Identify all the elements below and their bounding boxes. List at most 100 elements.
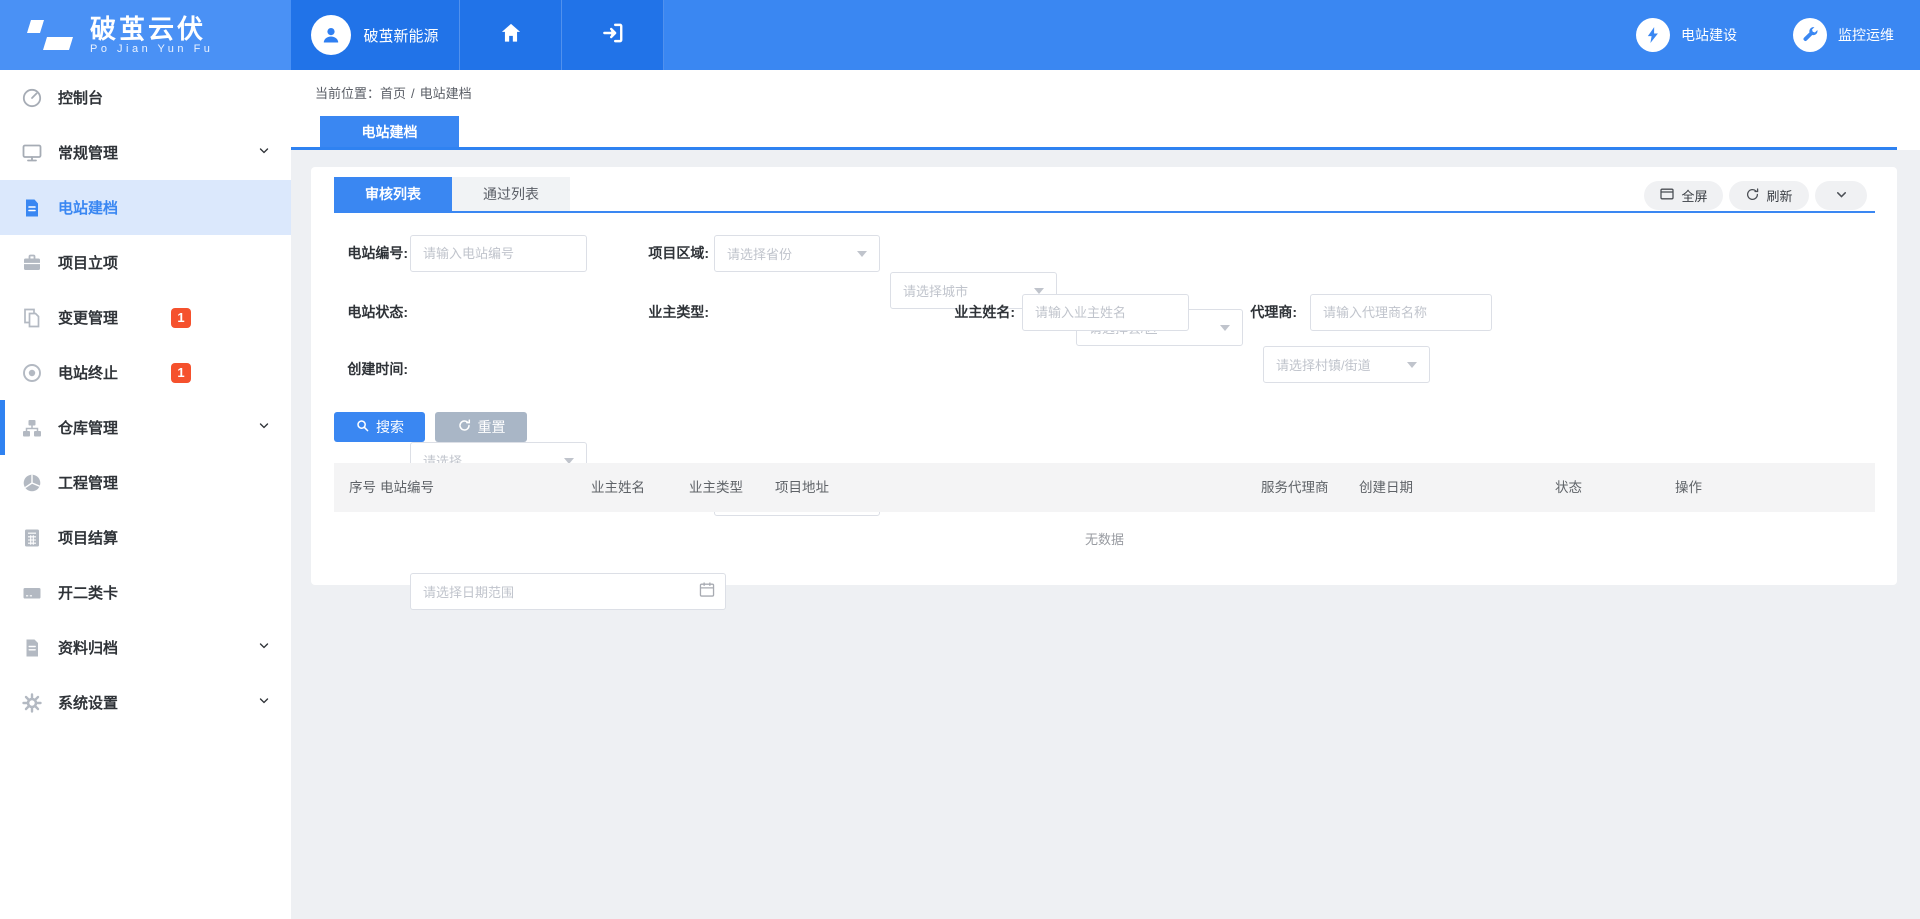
tab-underline <box>291 147 1897 150</box>
station-status-label: 电站状态: <box>334 294 408 331</box>
col-created: 创建日期 <box>1359 463 1413 512</box>
sidebar-item-warehouse-mgmt[interactable]: 仓库管理 <box>0 400 291 455</box>
target-icon <box>21 362 43 384</box>
breadcrumb-tab-strip: 当前位置：首页 / 电站建档 电站建档 <box>291 70 1920 150</box>
sign-in-icon <box>600 20 626 51</box>
sidebar-item-project-settlement[interactable]: 项目结算 <box>0 510 291 565</box>
content-panel: 审核列表 通过列表 全屏 刷新 电站编号: <box>311 167 1897 585</box>
chevron-down-icon <box>257 143 271 162</box>
sidebar-item-general-mgmt[interactable]: 常规管理 <box>0 125 291 180</box>
col-status: 状态 <box>1555 463 1582 512</box>
gauge-icon <box>21 87 43 109</box>
sidebar-item-system-settings[interactable]: 系统设置 <box>0 675 291 730</box>
caret-down-icon <box>1034 288 1044 294</box>
owner-type-label: 业主类型: <box>634 294 709 331</box>
breadcrumb-label: 当前位置： <box>315 86 380 101</box>
archive-file-icon <box>21 637 43 659</box>
col-owner-type: 业主类型 <box>689 463 743 512</box>
col-address: 项目地址 <box>775 463 829 512</box>
sidebar-item-change-mgmt[interactable]: 变更管理 1 <box>0 290 291 345</box>
search-button[interactable]: 搜索 <box>334 412 425 442</box>
nav-label: 电站建设 <box>1681 25 1737 45</box>
station-no-input[interactable] <box>410 235 587 272</box>
wrench-icon <box>1793 18 1827 52</box>
logo-subtitle: Po Jian Yun Fu <box>90 43 213 56</box>
col-owner-name: 业主姓名 <box>591 463 645 512</box>
date-range-input[interactable]: 请选择日期范围 <box>410 573 726 610</box>
breadcrumb-home-link[interactable]: 首页 <box>380 86 406 101</box>
header-spacer <box>664 0 1636 70</box>
reset-button[interactable]: 重置 <box>435 412 527 442</box>
card-icon <box>21 582 43 604</box>
fullscreen-icon <box>1659 186 1675 205</box>
agent-label: 代理商: <box>1223 294 1297 331</box>
copy-icon <box>21 307 43 329</box>
briefcase-icon <box>21 252 43 274</box>
town-select[interactable]: 请选择村镇/街道 <box>1263 346 1430 383</box>
user-menu[interactable]: 破茧新能源 <box>291 0 460 70</box>
gear-icon <box>21 692 43 714</box>
tab-passed-list[interactable]: 通过列表 <box>452 177 570 211</box>
table-header: 序号 电站编号 业主姓名 业主类型 项目地址 服务代理商 创建日期 状态 操作 <box>334 463 1875 512</box>
sitemap-icon <box>21 417 43 439</box>
breadcrumb-current: 电站建档 <box>420 86 472 101</box>
station-termination-badge: 1 <box>171 363 191 383</box>
col-seq: 序号 <box>349 463 376 512</box>
owner-name-label: 业主姓名: <box>931 294 1015 331</box>
owner-name-input[interactable] <box>1022 294 1189 331</box>
region-label: 项目区域: <box>634 235 709 272</box>
chevron-down-icon <box>257 638 271 657</box>
collapse-toggle-button[interactable] <box>1815 181 1867 210</box>
breadcrumb: 当前位置：首页 / 电站建档 <box>315 83 472 102</box>
sidebar-item-dashboard[interactable]: 控制台 <box>0 70 291 125</box>
chevron-down-icon <box>257 418 271 437</box>
nav-station-construction[interactable]: 电站建设 <box>1636 18 1737 52</box>
home-button[interactable] <box>460 0 562 70</box>
home-icon <box>498 20 524 51</box>
monitor-icon <box>21 142 43 164</box>
refresh-icon <box>1745 187 1760 205</box>
caret-down-icon <box>1407 362 1417 368</box>
station-no-label: 电站编号: <box>334 235 408 272</box>
refresh-button[interactable]: 刷新 <box>1729 181 1809 210</box>
file-icon <box>21 197 43 219</box>
sidebar-item-project-initiation[interactable]: 项目立项 <box>0 235 291 290</box>
sidebar-item-open-class2-card[interactable]: 开二类卡 <box>0 565 291 620</box>
panel-tab-underline <box>334 211 1875 213</box>
nav-label: 监控运维 <box>1838 25 1894 45</box>
sidebar-item-data-archiving[interactable]: 资料归档 <box>0 620 291 675</box>
sidebar-item-station-filing[interactable]: 电站建档 <box>0 180 291 235</box>
app-logo: 破茧云伏 Po Jian Yun Fu <box>0 0 291 70</box>
created-time-label: 创建时间: <box>334 351 408 388</box>
nav-monitoring-ops[interactable]: 监控运维 <box>1793 18 1894 52</box>
logout-button[interactable] <box>562 0 664 70</box>
pie-chart-icon <box>21 472 43 494</box>
logo-title: 破茧云伏 <box>90 15 213 43</box>
sidebar-item-engineering-mgmt[interactable]: 工程管理 <box>0 455 291 510</box>
change-mgmt-badge: 1 <box>171 308 191 328</box>
logo-icon <box>22 15 78 55</box>
chevron-down-icon <box>1834 187 1849 205</box>
tab-review-list[interactable]: 审核列表 <box>334 177 452 211</box>
chevron-down-icon <box>257 693 271 712</box>
sidebar-item-station-termination[interactable]: 电站终止 1 <box>0 345 291 400</box>
reset-icon <box>457 418 472 436</box>
user-avatar-icon <box>311 15 351 55</box>
page-tab-station-filing[interactable]: 电站建档 <box>320 116 459 147</box>
sidebar: 控制台 常规管理 电站建档 项目立项 <box>0 70 291 919</box>
calendar-icon <box>698 580 716 603</box>
agent-input[interactable] <box>1310 294 1492 331</box>
calculator-icon <box>21 527 43 549</box>
col-station-no: 电站编号 <box>380 463 434 512</box>
top-header: 破茧云伏 Po Jian Yun Fu 破茧新能源 <box>0 0 1920 70</box>
user-name: 破茧新能源 <box>363 25 438 46</box>
caret-down-icon <box>857 251 867 257</box>
active-indicator-bar <box>0 400 5 455</box>
breadcrumb-separator: / <box>411 86 415 101</box>
fullscreen-button[interactable]: 全屏 <box>1644 181 1723 210</box>
col-agent: 服务代理商 <box>1261 463 1329 512</box>
province-select[interactable]: 请选择省份 <box>714 235 880 272</box>
search-icon <box>355 418 370 436</box>
main-content: 当前位置：首页 / 电站建档 电站建档 审核列表 通过列表 全屏 刷新 <box>291 70 1920 919</box>
col-actions: 操作 <box>1675 463 1702 512</box>
